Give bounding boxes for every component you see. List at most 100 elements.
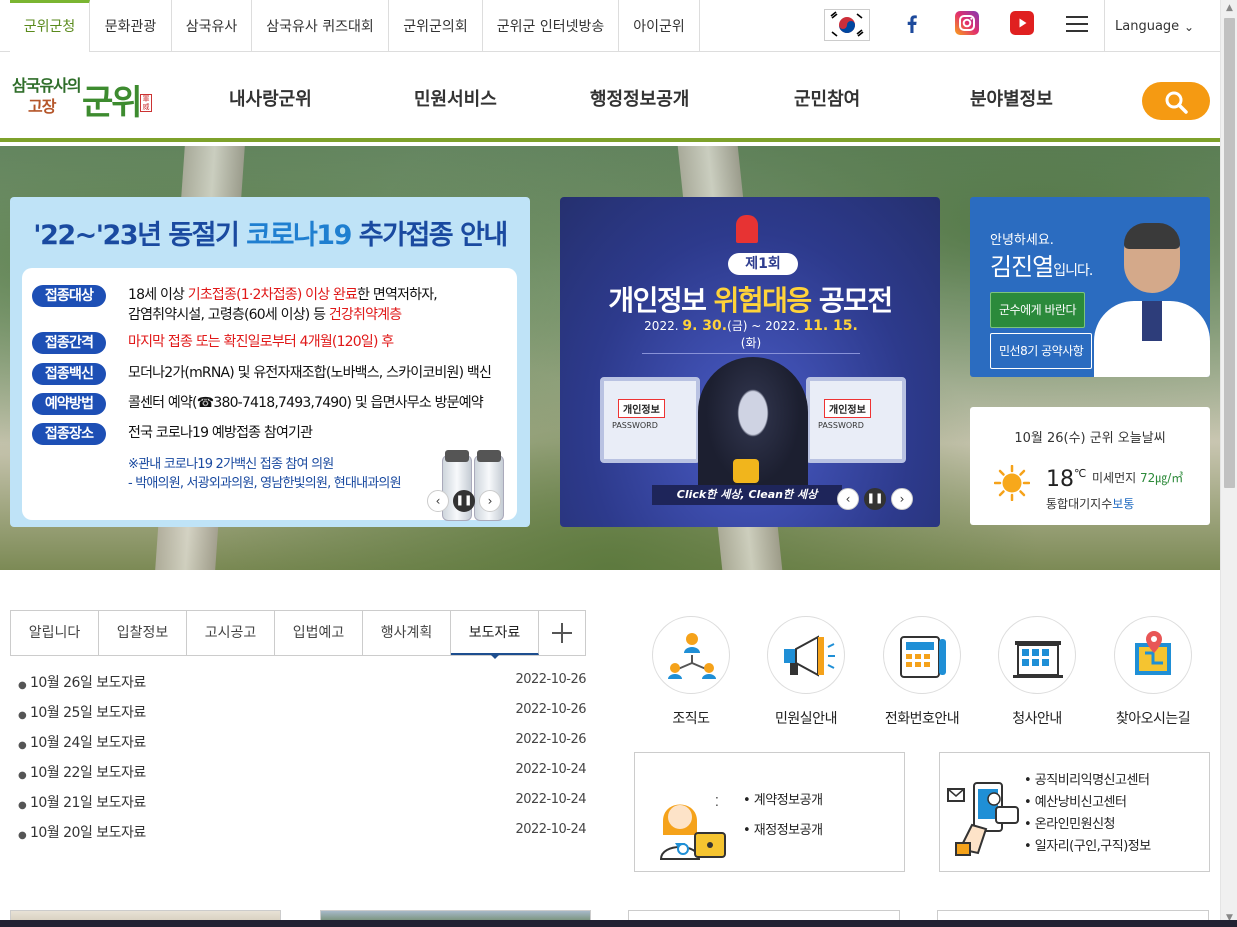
hero-section: '22~'23년 동절기 코로나19 추가접종 안내 접종대상 18세 이상 기… <box>0 146 1220 570</box>
quick-label: 찾아오시는길 <box>1115 711 1191 727</box>
mayor-name: 김진열입니다. <box>990 253 1093 281</box>
org-chart-icon <box>652 616 730 694</box>
padlock-icon <box>733 459 759 483</box>
quick-label: 민원실안내 <box>775 711 837 727</box>
mayor-request-button[interactable]: 군수에게 바란다 <box>990 292 1086 328</box>
header: 삼국유사의 고장 군위 軍威 내사랑군위 민원서비스 행정정보공개 군민참여 분… <box>0 52 1220 142</box>
sun-icon <box>994 465 1030 501</box>
map-pin-icon <box>1114 616 1192 694</box>
chevron-down-icon: ⌄ <box>1183 20 1194 34</box>
list-item[interactable]: ● 10월 22일 보도자료 2022-10-24 <box>18 760 588 790</box>
top-tab-gunwi-office[interactable]: 군위군청 <box>10 0 90 52</box>
gnb-info-disclosure[interactable]: 행정정보공개 <box>590 85 689 111</box>
disclosure-box: ⁚ • 계약정보공개 • 재정정보공개 <box>634 752 905 872</box>
list-item[interactable]: ● 10월 25일 보도자료 2022-10-26 <box>18 700 588 730</box>
covid-next-button[interactable]: › <box>479 490 501 512</box>
link-contract-info[interactable]: • 계약정보공개 <box>743 789 823 808</box>
privacy-badge: 제1회 <box>728 253 798 275</box>
mayor-greeting: 안녕하세요. <box>990 233 1054 248</box>
privacy-pause-button[interactable]: ❚❚ <box>864 488 886 510</box>
mayor-portrait <box>1094 221 1210 377</box>
password-screen-left: 개인정보 PASSWORD <box>600 377 700 463</box>
site-logo[interactable]: 삼국유사의 고장 군위 軍威 <box>10 72 155 127</box>
top-tab-quiz[interactable]: 삼국유사 퀴즈대회 <box>252 0 389 52</box>
quick-label: 청사안내 <box>1012 711 1062 727</box>
list-item[interactable]: ● 10월 21일 보도자료 2022-10-24 <box>18 790 588 820</box>
search-icon <box>1165 91 1188 114</box>
quick-label: 전화번호안내 <box>884 711 960 727</box>
link-online-petition[interactable]: • 온라인민원신청 <box>1024 813 1116 832</box>
weather-temperature: 18℃ <box>1046 467 1087 492</box>
top-bar: 군위군청 문화관광 삼국유사 삼국유사 퀴즈대회 군위군의회 군위군 인터넷방송… <box>0 0 1220 52</box>
quick-phone-directory[interactable]: 전화번호안내 <box>883 616 961 728</box>
top-tab-samguk-yusa[interactable]: 삼국유사 <box>172 0 252 52</box>
building-icon <box>998 616 1076 694</box>
weather-widget: 10월 26(수) 군위 오늘날씨 18℃ 미세먼지 72㎍/㎥ 통합대기지수보… <box>970 407 1210 525</box>
scrollbar-thumb[interactable] <box>1224 18 1235 488</box>
mayor-card: 안녕하세요. 김진열입니다. 군수에게 바란다 민선8기 공약사항 <box>970 197 1210 377</box>
covid-note: ※관내 코로나19 2가백신 접종 참여 의원 - 박애의원, 서광외과의원, … <box>128 457 402 491</box>
link-job-info[interactable]: • 일자리(구인,구직)정보 <box>1024 835 1151 854</box>
quick-civil-office[interactable]: 민원실안내 <box>767 616 845 728</box>
scroll-up-arrow-icon[interactable]: ▲ <box>1221 0 1237 17</box>
tab-announcements[interactable]: 고시공고 <box>187 611 275 655</box>
privacy-contest-banner[interactable]: 제1회 개인정보 위험대응 공모전 2022. 9. 30.(금) ~ 2022… <box>560 197 940 527</box>
megaphone-icon <box>767 616 845 694</box>
quick-directions[interactable]: 찾아오시는길 <box>1114 616 1192 728</box>
covid-pause-button[interactable]: ❚❚ <box>453 490 475 512</box>
tab-bids[interactable]: 입찰정보 <box>99 611 187 655</box>
privacy-next-button[interactable]: › <box>891 488 913 510</box>
woman-with-padlock-icon: ⁚ <box>659 795 726 860</box>
gnb-civil-service[interactable]: 민원서비스 <box>414 85 497 111</box>
korea-flag-icon[interactable] <box>824 9 870 41</box>
instagram-icon[interactable] <box>955 11 979 35</box>
youtube-icon[interactable] <box>1010 11 1034 35</box>
privacy-date: 2022. 9. 30.(금) ~ 2022. 11. 15.(화) <box>642 317 860 354</box>
phone-directory-icon <box>883 616 961 694</box>
tab-events[interactable]: 행사계획 <box>363 611 451 655</box>
covid-vaccination-banner[interactable]: '22~'23년 동절기 코로나19 추가접종 안내 접종대상 18세 이상 기… <box>10 197 530 527</box>
privacy-slogan: Click한 세상, Clean한 세상 <box>652 485 842 505</box>
svg-text:⁚: ⁚ <box>715 795 719 809</box>
tab-legislation[interactable]: 입법예고 <box>275 611 363 655</box>
language-select[interactable]: Language ⌄ <box>1104 0 1210 52</box>
link-budget-waste-report[interactable]: • 예산낭비신고센터 <box>1024 791 1127 810</box>
top-tab-internet-broadcast[interactable]: 군위군 인터넷방송 <box>483 0 619 52</box>
top-tab-council[interactable]: 군위군의회 <box>389 0 483 52</box>
gnb-about-gunwi[interactable]: 내사랑군위 <box>229 85 312 111</box>
weather-air-quality: 통합대기지수보통 <box>1046 497 1135 511</box>
more-plus-icon[interactable] <box>539 611 585 655</box>
quick-label: 조직도 <box>672 711 710 727</box>
covid-banner-title: '22~'23년 동절기 코로나19 추가접종 안내 <box>33 220 508 251</box>
gnb-field-info[interactable]: 분야별정보 <box>970 85 1053 111</box>
privacy-prev-button[interactable]: ‹ <box>837 488 859 510</box>
link-anonymous-report[interactable]: • 공직비리익명신고센터 <box>1024 769 1150 788</box>
list-item[interactable]: ● 10월 26일 보도자료 2022-10-26 <box>18 670 588 700</box>
logo-line2: 고장 <box>28 97 56 116</box>
mayor-pledges-button[interactable]: 민선8기 공약사항 <box>990 333 1093 369</box>
facebook-icon[interactable] <box>900 11 924 35</box>
tab-press-releases[interactable]: 보도자료 <box>451 611 539 659</box>
vertical-scrollbar[interactable]: ▲ ▼ <box>1220 0 1237 927</box>
top-tab-tourism[interactable]: 문화관광 <box>90 0 172 52</box>
gnb-participation[interactable]: 군민참여 <box>794 85 860 111</box>
page: 군위군청 문화관광 삼국유사 삼국유사 퀴즈대회 군위군의회 군위군 인터넷방송… <box>0 0 1220 927</box>
os-taskbar <box>0 920 1237 927</box>
tab-notices[interactable]: 알립니다 <box>11 611 99 655</box>
list-item[interactable]: ● 10월 24일 보도자료 2022-10-26 <box>18 730 588 760</box>
notice-tabs: 알립니다 입찰정보 고시공고 입법예고 행사계획 보도자료 <box>10 610 586 659</box>
mobile-report-icon <box>947 782 1019 856</box>
quick-org-chart[interactable]: 조직도 <box>652 616 730 728</box>
covid-prev-button[interactable]: ‹ <box>427 490 449 512</box>
reporting-box: • 공직비리익명신고센터 • 예산낭비신고센터 • 온라인민원신청 • 일자리(… <box>939 752 1210 872</box>
list-item[interactable]: ● 10월 20일 보도자료 2022-10-24 <box>18 820 588 850</box>
top-tab-kids[interactable]: 아이군위 <box>619 0 700 52</box>
siren-icon <box>736 215 758 243</box>
quick-building-guide[interactable]: 청사안내 <box>998 616 1076 728</box>
hamburger-menu-icon[interactable] <box>1066 16 1088 32</box>
language-label: Language <box>1115 19 1180 34</box>
search-button[interactable] <box>1142 82 1210 120</box>
link-finance-info[interactable]: • 재정정보공개 <box>743 819 823 838</box>
weather-date: 10월 26(수) 군위 오늘날씨 <box>1014 431 1166 446</box>
logo-seal: 軍威 <box>140 94 152 112</box>
